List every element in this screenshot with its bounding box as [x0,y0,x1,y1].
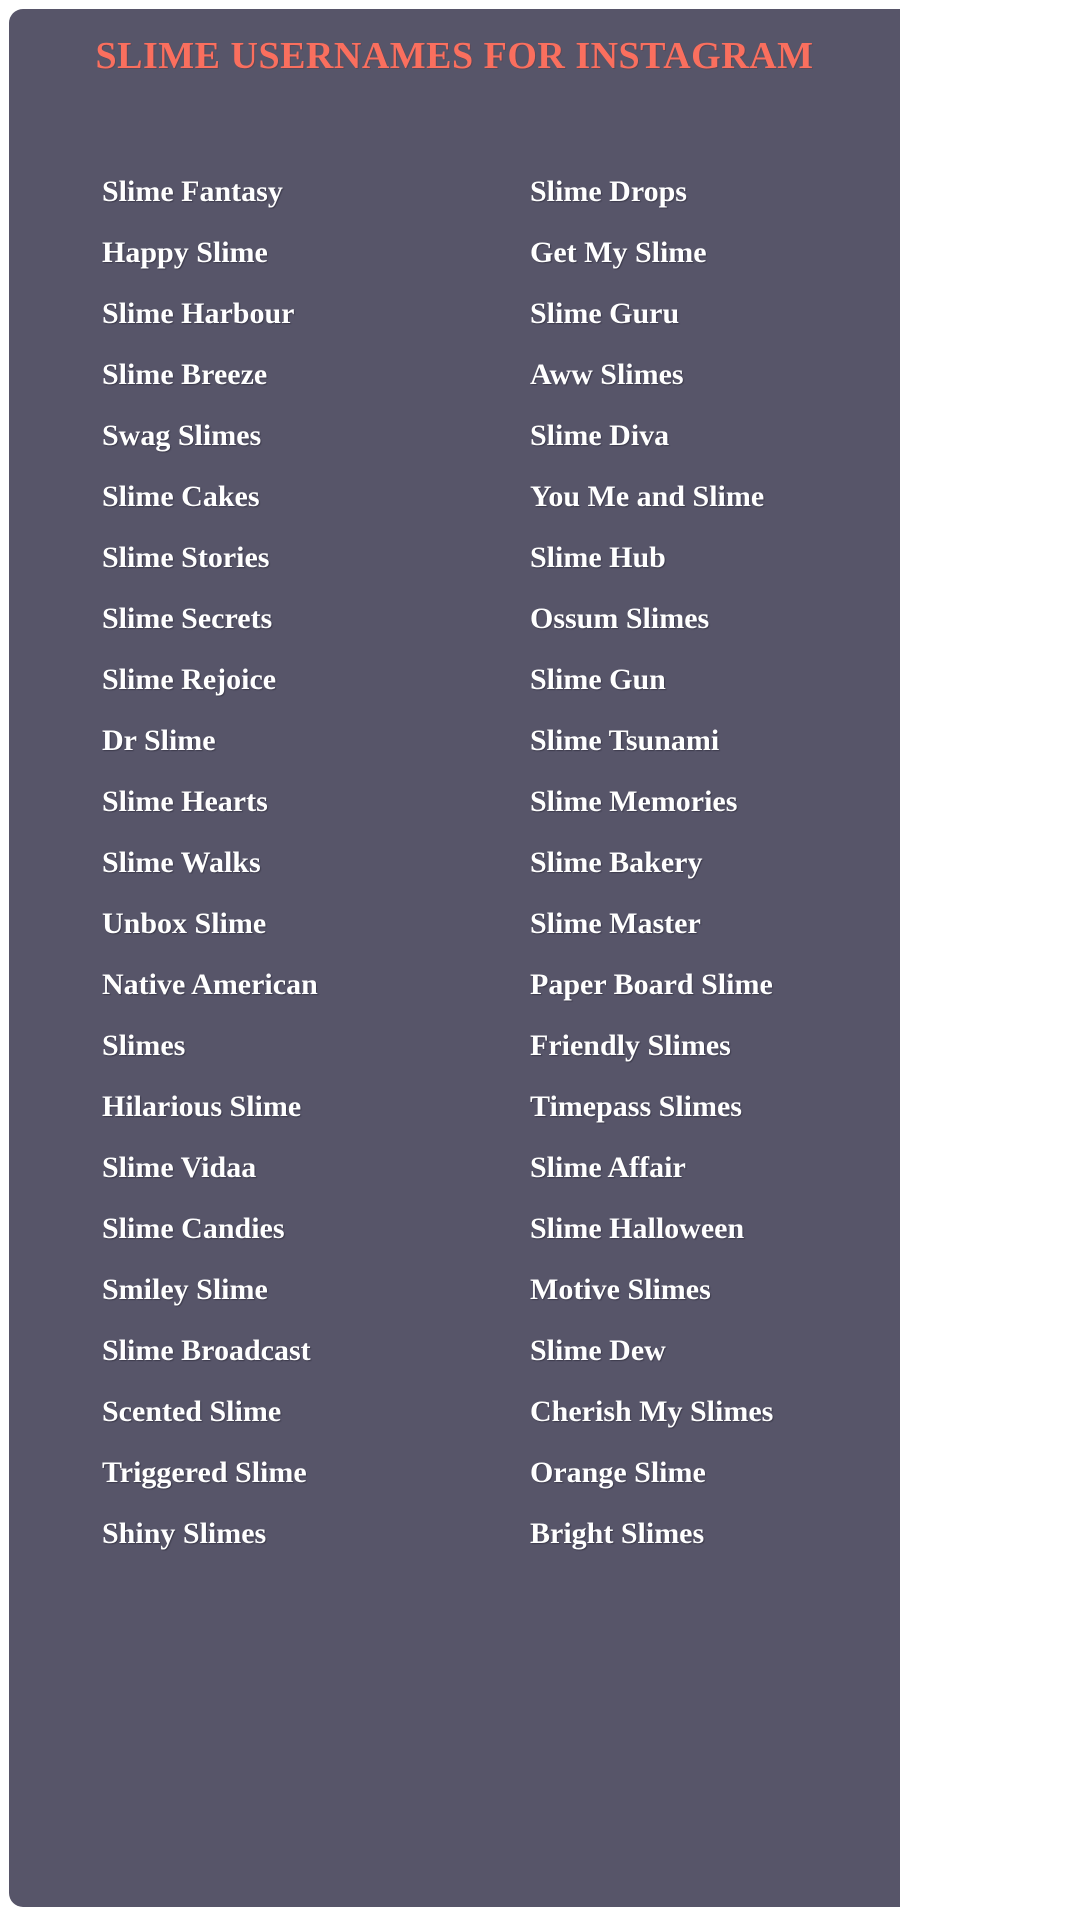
username-item: Dr Slime [102,724,216,757]
username-item: Slime Drops [530,175,687,208]
username-item: Slime Breeze [102,358,268,391]
username-item: Slime Gun [530,663,666,696]
username-item: Ossum Slimes [530,602,710,635]
username-column-left: Slime Fantasy Happy Slime Slime Harbour Sli… [102,161,522,1564]
username-item: Triggered Slime [102,1456,307,1489]
username-item: Cherish My Slimes [530,1395,774,1428]
username-item: Slime Guru [530,297,680,330]
username-item: Slime Stories [102,541,270,574]
username-item: Slime Tsunami [530,724,720,757]
username-item: Slime Bakery [530,846,703,879]
username-item: Slime Candies [102,1212,285,1245]
username-item: Slime Master [530,907,701,940]
username-item: Slime Harbour [102,297,295,330]
username-item: Slime Rejoice [102,663,277,696]
username-item: Slime Halloween [530,1212,745,1245]
username-item: Slime Cakes [102,480,260,513]
poster-root: SLIME USERNAMES FOR INSTAGRAM Slime Fant… [0,0,900,1920]
username-item: You Me and Slime [530,480,765,513]
username-item: Native American Slimes [102,968,318,1062]
username-item: Motive Slimes [530,1273,711,1306]
username-item: Slime Secrets [102,602,273,635]
username-item: Hilarious Slime [102,1090,302,1123]
username-item: Aww Slimes [530,358,684,391]
username-item: Paper Board Slime [530,968,773,1001]
username-item: Slime Hearts [102,785,268,818]
username-item: Slime Broadcast [102,1334,311,1367]
username-column-right: Slime Drops Get My Slime Slime Guru Aww Sli… [530,161,900,1564]
username-item: Slime Memories [530,785,738,818]
username-list-card: SLIME USERNAMES FOR INSTAGRAM Slime Fant… [9,9,900,1907]
username-item: Shiny Slimes [102,1517,267,1550]
username-columns: Slime Fantasy Happy Slime Slime Harbour Sli… [9,161,900,1901]
page-title: SLIME USERNAMES FOR INSTAGRAM [95,35,814,77]
username-item: Orange Slime [530,1456,706,1489]
username-item: Slime Fantasy [102,175,283,208]
username-item: Unbox Slime [102,907,267,940]
username-item: Slime Hub [530,541,666,574]
username-item: Get My Slime [530,236,707,269]
username-item: Happy Slime [102,236,268,269]
username-item: Swag Slimes [102,419,262,452]
username-item: Slime Diva [530,419,670,452]
username-item: Bright Slimes [530,1517,705,1550]
bottom-strip [0,1907,900,1920]
username-item: Friendly Slimes [530,1029,731,1062]
username-item: Slime Walks [102,846,261,879]
username-item: Timepass Slimes [530,1090,742,1123]
username-item: Smiley Slime [102,1273,268,1306]
username-item: Slime Dew [530,1334,666,1367]
username-item: Scented Slime [102,1395,282,1428]
username-item: Slime Vidaa [102,1151,257,1184]
username-item: Slime Affair [530,1151,686,1184]
